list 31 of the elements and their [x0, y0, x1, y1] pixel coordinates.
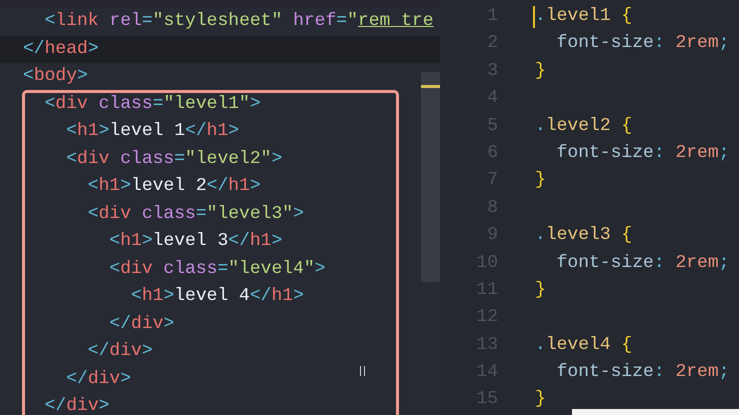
code-line: .level1 { [535, 5, 632, 28]
code-line: <div class="level3"> [86, 204, 304, 224]
code-line: <div class="level1"> [44, 94, 261, 114]
code-line: .level3 { [535, 224, 632, 248]
code-line: } [535, 388, 546, 412]
code-line: font-size: 2rem; [556, 32, 730, 56]
code-line: <h1>level 2</h1> [86, 176, 261, 196]
code-line: <div class="level2"> [65, 148, 282, 168]
scroll-marker [421, 85, 440, 88]
text-cursor [533, 6, 535, 28]
code-line: </div> [86, 341, 153, 361]
scrollbar[interactable] [421, 72, 440, 282]
code-line: <body> [23, 66, 88, 86]
code-line: </head> [23, 38, 99, 58]
code-line: </div> [44, 396, 110, 415]
code-line: .level2 { [535, 114, 632, 138]
code-line: <link rel="stylesheet" href="rem_tre [44, 11, 434, 31]
code-line: } [535, 60, 546, 83]
code-line: font-size: 2rem; [556, 252, 730, 275]
code-line: <h1>level 1</h1> [65, 121, 240, 141]
code-line: <div class="level4"> [108, 258, 326, 278]
text-cursor-icon [360, 366, 365, 376]
code-line: font-size: 2rem; [556, 361, 730, 384]
code-line: <h1>level 4</h1> [130, 286, 304, 306]
code-line: .level4 { [535, 334, 632, 357]
code-line: } [535, 278, 546, 302]
code-line: </div> [108, 314, 174, 334]
code-line: <h1>level 3</h1> [108, 231, 282, 251]
code-line: font-size: 2rem; [556, 142, 730, 165]
code-line: } [535, 169, 546, 192]
code-line: </div> [65, 368, 132, 388]
